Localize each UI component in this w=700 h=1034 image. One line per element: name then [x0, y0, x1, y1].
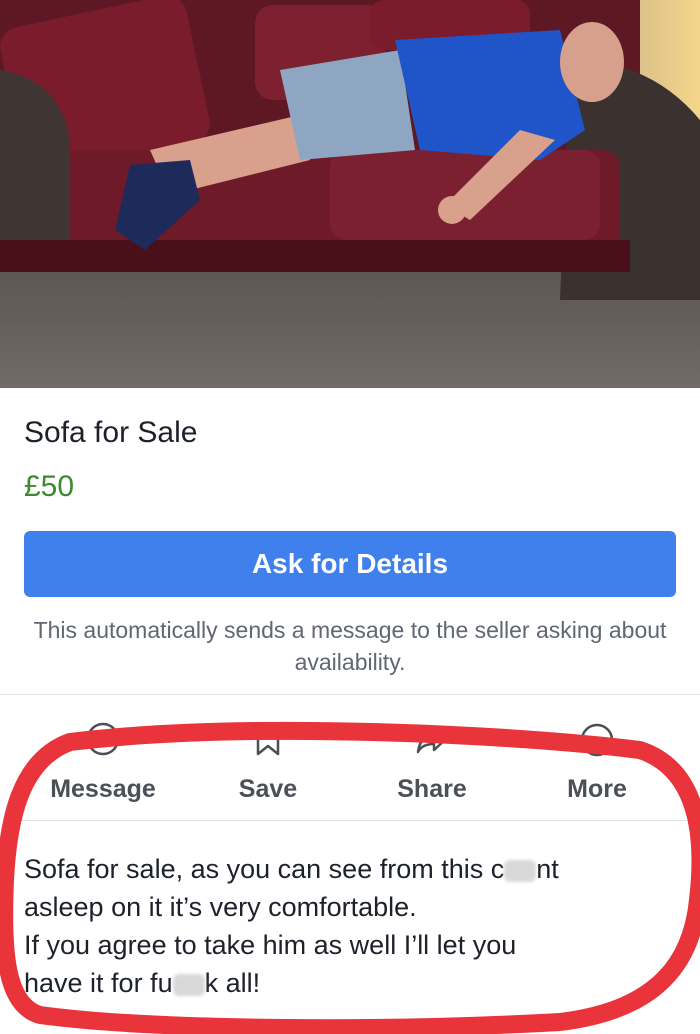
- messenger-icon: [86, 722, 120, 756]
- description-text: Sofa for sale, as you can see from this …: [24, 854, 505, 884]
- listing-description: Sofa for sale, as you can see from this …: [24, 850, 674, 1002]
- divider: [14, 820, 686, 821]
- save-label: Save: [238, 775, 298, 803]
- share-icon: [416, 726, 448, 754]
- censor-blur: [172, 973, 205, 996]
- more-icon: [580, 723, 614, 757]
- listing-photo[interactable]: [0, 0, 700, 388]
- description-line: have it for fu k all!: [24, 964, 674, 1002]
- message-button[interactable]: Message: [28, 700, 178, 820]
- listing-details: Sofa for Sale £50 Ask for Details This a…: [0, 388, 700, 694]
- description-text: k all!: [204, 968, 261, 998]
- description-text: nt: [536, 854, 559, 884]
- share-label: Share: [397, 775, 467, 803]
- divider: [0, 694, 700, 695]
- description-text: have it for fu: [24, 968, 173, 998]
- ask-for-details-button[interactable]: Ask for Details: [24, 531, 676, 597]
- helper-text: This automatically sends a message to th…: [33, 617, 667, 675]
- sofa-photo-illustration: [0, 0, 700, 388]
- description-line: If you agree to take him as well I’ll le…: [24, 930, 517, 960]
- share-button[interactable]: Share: [357, 700, 507, 820]
- description-line: asleep on it it’s very comfortable.: [24, 892, 417, 922]
- more-label: More: [567, 775, 627, 803]
- censor-blur: [504, 859, 537, 882]
- action-bar: Message Save Share More: [0, 700, 700, 820]
- listing-title: Sofa for Sale: [24, 416, 198, 449]
- bookmark-icon: [256, 724, 280, 756]
- message-label: Message: [50, 775, 156, 803]
- save-button[interactable]: Save: [193, 700, 343, 820]
- description-line: Sofa for sale, as you can see from this …: [24, 850, 674, 888]
- more-button[interactable]: More: [522, 700, 672, 820]
- listing-price: £50: [24, 470, 75, 503]
